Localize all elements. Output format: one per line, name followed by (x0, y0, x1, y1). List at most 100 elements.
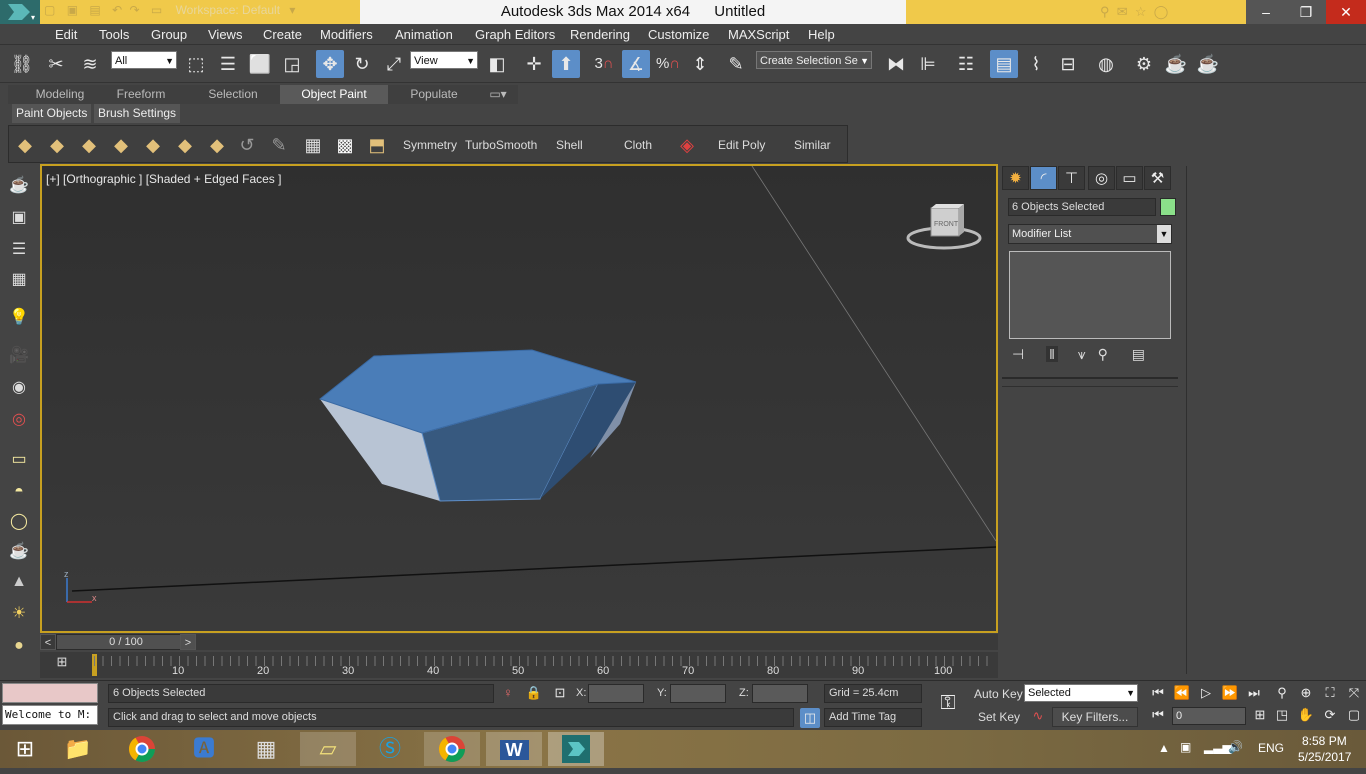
torus-icon[interactable]: ◯ (6, 510, 32, 534)
hexagonal-object[interactable] (318, 349, 637, 502)
align-icon[interactable]: ⊫ (914, 50, 942, 78)
field-of-view-icon[interactable]: ◳ (1272, 705, 1292, 725)
utilities-tab-icon[interactable]: ⚒ (1144, 166, 1171, 190)
cone-icon[interactable]: ▲ (6, 570, 32, 594)
add-time-tag[interactable]: Add Time Tag (824, 708, 922, 727)
tab-selection[interactable]: Selection (196, 85, 270, 104)
menu-group[interactable]: Group (151, 27, 187, 42)
turbosmooth-label[interactable]: TurboSmooth (465, 138, 537, 152)
go-to-start-icon[interactable]: ⏮ (1148, 683, 1168, 703)
maxscript-mini-listener[interactable]: Welcome to M: (2, 705, 98, 725)
render-setup-icon[interactable]: ⚙ (1130, 50, 1158, 78)
brush-noise-icon[interactable]: ▦ (301, 133, 325, 157)
reference-coordinate-dropdown[interactable]: View ▼ (410, 51, 478, 69)
redo-icon[interactable]: ↷ (129, 3, 139, 17)
minimize-icon[interactable]: – (1246, 0, 1286, 24)
tab-modeling[interactable]: Modeling (22, 85, 98, 104)
remove-modifier-icon[interactable]: ⚲ (1098, 346, 1108, 362)
hierarchy-tab-icon[interactable]: ⊤ (1058, 166, 1085, 190)
menu-maxscript[interactable]: MAXScript (728, 27, 789, 42)
subtab-paint-objects[interactable]: Paint Objects (12, 104, 92, 123)
selection-lock-icon[interactable]: 🔒 (524, 683, 544, 703)
z-coordinate-field[interactable] (752, 684, 808, 703)
brush-object-icon[interactable]: ◆ (45, 133, 69, 157)
absolute-mode-icon[interactable]: ⊡ (550, 683, 570, 703)
maxscript-listener-output[interactable] (2, 683, 98, 703)
scene-explorer-icon[interactable]: ▤ (990, 50, 1018, 78)
key-mode-dropdown[interactable]: Selected ▼ (1024, 684, 1138, 702)
skype-icon[interactable]: Ⓢ (362, 732, 418, 766)
clock-time[interactable]: 8:58 PM (1302, 734, 1347, 748)
menu-modifiers[interactable]: Modifiers (320, 27, 373, 42)
brush-stack-icon[interactable]: ⬒ (365, 133, 389, 157)
cloth-label[interactable]: Cloth (624, 138, 652, 152)
menu-edit[interactable]: Edit (55, 27, 77, 42)
curve-editor-icon[interactable]: ⌇ (1022, 50, 1050, 78)
subtab-brush-settings[interactable]: Brush Settings (94, 104, 181, 123)
record-icon[interactable]: ◎ (6, 408, 32, 432)
tab-populate[interactable]: Populate (396, 85, 472, 104)
reader-app-icon[interactable]: 🅰 (176, 732, 232, 766)
new-file-icon[interactable]: ▢ (44, 3, 55, 17)
auto-key-button[interactable]: Auto Key (974, 687, 1023, 701)
time-configuration-icon[interactable]: ⊞ (1250, 705, 1270, 725)
percent-snap-icon[interactable]: %∩ (654, 50, 682, 78)
language-indicator[interactable]: ENG (1258, 741, 1284, 755)
y-coordinate-field[interactable] (670, 684, 726, 703)
zoom-icon[interactable]: ⚲ (1272, 683, 1292, 703)
camera-icon[interactable]: 🎥 (6, 344, 32, 368)
show-end-result-icon[interactable]: ‖ (1046, 346, 1058, 362)
set-key-button[interactable]: Set Key (978, 710, 1020, 724)
3dsmax-taskbar-icon[interactable] (548, 732, 604, 766)
volume-icon[interactable]: 🔊 (1228, 740, 1243, 754)
key-mode-toggle-icon[interactable]: ⏮ (1148, 705, 1168, 725)
select-and-scale-icon[interactable]: ⤢ (380, 50, 408, 78)
render-window-icon[interactable]: ▣ (6, 206, 32, 230)
motion-tab-icon[interactable]: ◎ (1088, 166, 1115, 190)
object-color-swatch[interactable] (1160, 198, 1176, 216)
menu-rendering[interactable]: Rendering (570, 27, 630, 42)
sphere-icon[interactable]: ● (6, 634, 32, 658)
pan-view-icon[interactable]: ✋ (1296, 705, 1316, 725)
unlink-icon[interactable]: ✂ (42, 50, 70, 78)
edit-poly-icon[interactable]: ◈ (675, 133, 699, 157)
isolate-selection-icon[interactable]: ♀ (498, 683, 518, 703)
edit-named-selection-icon[interactable]: ✎ (722, 50, 750, 78)
list-icon[interactable]: ☰ (6, 238, 32, 262)
menu-animation[interactable]: Animation (395, 27, 453, 42)
menu-help[interactable]: Help (808, 27, 835, 42)
zoom-all-icon[interactable]: ⊕ (1296, 683, 1316, 703)
file-explorer-icon[interactable]: 📁 (50, 732, 106, 766)
configure-modifier-sets-icon[interactable]: ▤ (1132, 346, 1145, 362)
undo-icon[interactable]: ↶ (112, 3, 122, 17)
brush-checker-icon[interactable]: ▩ (333, 133, 357, 157)
show-hidden-icons-icon[interactable]: ▲ (1158, 741, 1170, 755)
brush-scatter-icon[interactable]: ◆ (173, 133, 197, 157)
project-folder-icon[interactable]: ▭ (151, 3, 162, 17)
render-production-icon[interactable]: ☕ (1194, 50, 1222, 78)
zoom-extents-icon[interactable]: ⛶ (1320, 683, 1340, 703)
modifier-stack[interactable] (1009, 251, 1171, 339)
chrome-window-icon[interactable] (424, 732, 480, 766)
select-manipulate-icon[interactable]: ✛ (520, 50, 548, 78)
menu-create[interactable]: Create (263, 27, 302, 42)
key-tangent-icon[interactable]: ∿ (1028, 706, 1048, 726)
menu-customize[interactable]: Customize (648, 27, 709, 42)
teapot-primitive-icon[interactable]: ☕ (6, 540, 32, 564)
display-tab-icon[interactable]: ▭ (1116, 166, 1143, 190)
mini-curve-editor-icon[interactable]: ⊞ (48, 654, 76, 674)
named-selection-sets-dropdown[interactable]: Create Selection Se ▼ (756, 51, 872, 69)
ribbon-options-icon[interactable]: ▭▾ (482, 85, 514, 104)
play-icon[interactable]: ▷ (1196, 683, 1216, 703)
time-slider-thumb[interactable]: 0 / 100 (56, 634, 196, 650)
mirror-icon[interactable]: ⧓ (882, 50, 910, 78)
orbit-icon[interactable]: ⟳ (1320, 705, 1340, 725)
selection-filter-dropdown[interactable]: All ▼ (111, 51, 177, 69)
next-frame-button[interactable]: > (180, 634, 196, 650)
box-primitive-icon[interactable]: ▭ (6, 448, 32, 472)
viewcube[interactable]: FRONT (904, 202, 984, 258)
symmetry-label[interactable]: Symmetry (403, 138, 457, 152)
track-bar[interactable]: ⊞ 10 20 30 40 50 60 70 80 90 100 (40, 652, 998, 678)
layer-manager-icon[interactable]: ☷ (952, 50, 980, 78)
spinner-snap-icon[interactable]: ⇕ (686, 50, 714, 78)
